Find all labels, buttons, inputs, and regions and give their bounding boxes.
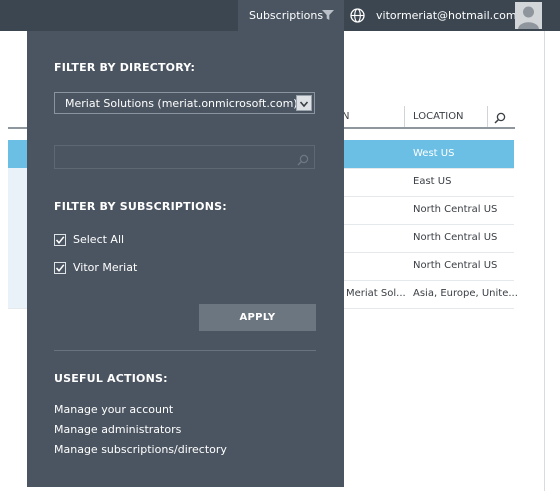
row-location: North Central US (413, 260, 498, 271)
top-bar: Subscriptions vitormeriat@hotmail.com (0, 0, 560, 31)
subscriptions-filter-title: FILTER BY SUBSCRIPTIONS: (54, 200, 227, 213)
globe-icon[interactable] (350, 8, 365, 27)
useful-actions-title: USEFUL ACTIONS: (54, 372, 168, 385)
row-location: Asia, Europe, Unite... (413, 288, 518, 299)
filter-icon (322, 9, 334, 24)
row-name: Meriat Sol... (346, 288, 406, 299)
checkbox-label: Select All (73, 233, 125, 246)
manage-subscriptions-link[interactable]: Manage subscriptions/directory (54, 443, 227, 456)
page-edge (544, 31, 545, 491)
user-avatar-icon[interactable] (515, 2, 542, 29)
directory-filter-title: FILTER BY DIRECTORY: (54, 61, 196, 74)
row-location: North Central US (413, 204, 498, 215)
column-separator (404, 106, 405, 127)
subscription-search-input[interactable] (54, 145, 315, 169)
panel-divider (54, 350, 316, 351)
row-location: West US (413, 148, 455, 159)
select-all-checkbox-row[interactable]: Select All (54, 233, 124, 246)
filter-panel: FILTER BY DIRECTORY: Meriat Solutions (m… (27, 31, 344, 487)
directory-select-value: Meriat Solutions (meriat.onmicrosoft.com… (65, 97, 298, 110)
user-email[interactable]: vitormeriat@hotmail.com (376, 9, 517, 22)
column-header-location[interactable]: LOCATION (413, 111, 464, 122)
directory-select[interactable]: Meriat Solutions (meriat.onmicrosoft.com… (54, 92, 315, 114)
search-icon[interactable] (297, 151, 309, 170)
column-separator (487, 106, 488, 127)
apply-button[interactable]: APPLY (199, 304, 316, 331)
row-location: East US (413, 176, 452, 187)
manage-administrators-link[interactable]: Manage administrators (54, 423, 181, 436)
manage-account-link[interactable]: Manage your account (54, 403, 173, 416)
subscription-checkbox-row[interactable]: Vitor Meriat (54, 261, 137, 274)
search-column-icon[interactable] (494, 109, 506, 128)
subscriptions-label: Subscriptions (249, 9, 324, 22)
select-all-checkbox[interactable] (54, 233, 66, 246)
checkbox-label: Vitor Meriat (73, 261, 138, 274)
row-location: North Central US (413, 232, 498, 243)
chevron-down-icon[interactable] (296, 95, 312, 111)
subscriptions-filter-button[interactable]: Subscriptions (238, 0, 344, 31)
subscription-checkbox[interactable] (54, 261, 66, 274)
